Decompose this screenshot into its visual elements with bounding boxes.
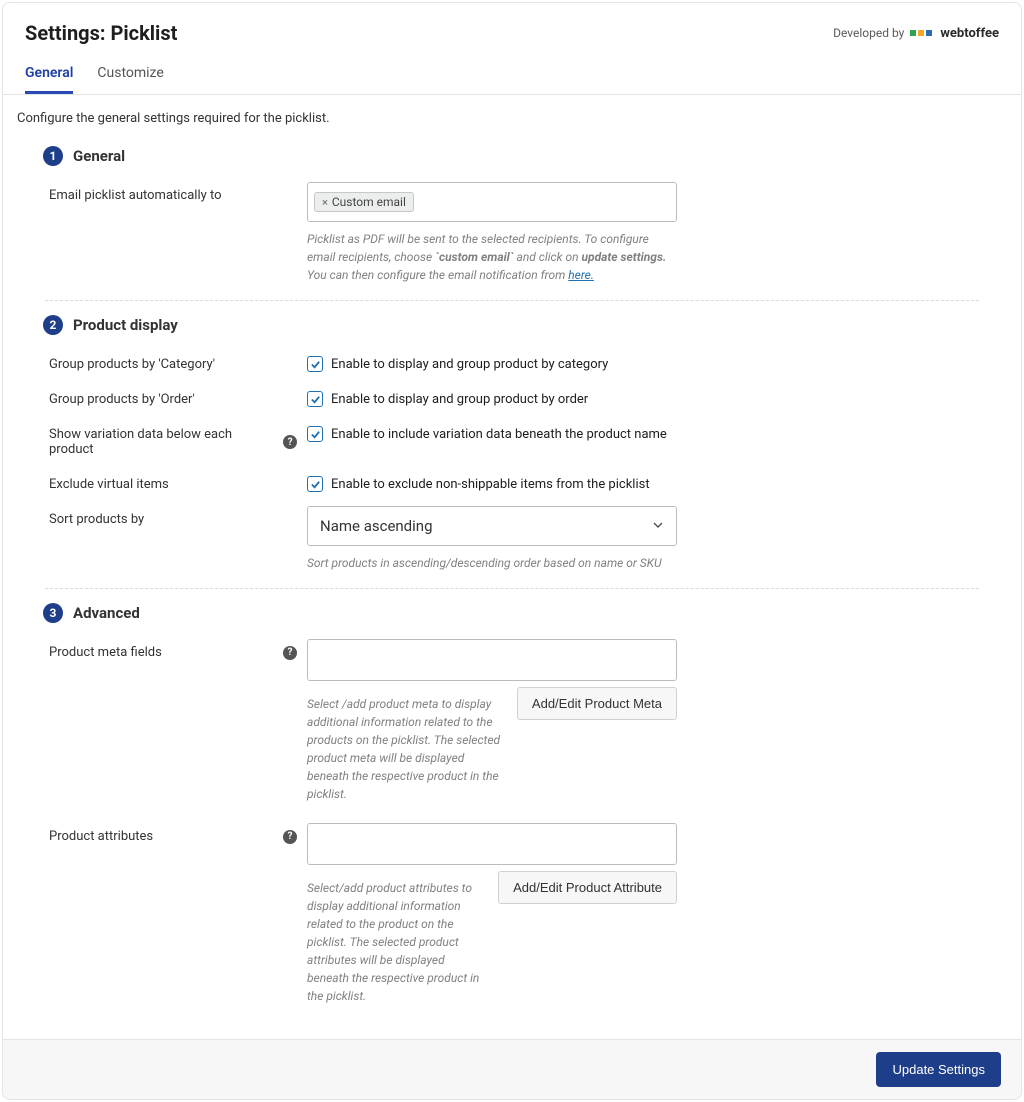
update-settings-button[interactable]: Update Settings xyxy=(876,1052,1001,1087)
add-edit-meta-button[interactable]: Add/Edit Product Meta xyxy=(517,687,677,720)
section-product-display-title: Product display xyxy=(73,316,178,334)
helper-meta: Select /add product meta to display addi… xyxy=(307,695,505,803)
helper-sort: Sort products in ascending/descending or… xyxy=(307,554,677,572)
row-group-order: Group products by 'Order' Enable to disp… xyxy=(17,386,1007,407)
section-advanced-title: Advanced xyxy=(73,604,140,622)
select-sort[interactable]: Name ascending xyxy=(307,506,677,546)
ctrl-exclude: Enable to exclude non-shippable items fr… xyxy=(307,471,987,492)
section-advanced-head: 3 Advanced xyxy=(43,603,1007,623)
email-recipients-input[interactable]: × Custom email xyxy=(307,182,677,222)
checkbox-exclude[interactable] xyxy=(307,476,323,492)
tag-label: Custom email xyxy=(332,195,406,209)
checkbox-group-order[interactable] xyxy=(307,391,323,407)
ctrl-meta: Select /add product meta to display addi… xyxy=(307,639,677,803)
section-badge-2: 2 xyxy=(43,315,63,335)
add-edit-attribute-button[interactable]: Add/Edit Product Attribute xyxy=(498,871,677,904)
row-meta: Product meta fields ? Select /add produc… xyxy=(17,639,1007,803)
header: Settings: Picklist Developed by webtoffe… xyxy=(3,3,1021,59)
desc-group-category: Enable to display and group product by c… xyxy=(331,357,608,372)
desc-exclude: Enable to exclude non-shippable items fr… xyxy=(331,477,650,492)
settings-page: Settings: Picklist Developed by webtoffe… xyxy=(2,2,1022,1100)
section-product-display-head: 2 Product display xyxy=(43,315,1007,335)
ctrl-email: × Custom email Picklist as PDF will be s… xyxy=(307,182,677,284)
row-sort: Sort products by Name ascending Sort pro… xyxy=(17,506,1007,572)
select-sort-value: Name ascending xyxy=(320,517,433,535)
developed-by: Developed by webtoffee xyxy=(833,26,999,41)
help-icon[interactable]: ? xyxy=(283,435,297,449)
label-meta: Product meta fields ? xyxy=(49,639,307,660)
intro-text: Configure the general settings required … xyxy=(17,111,1007,126)
tag-custom-email[interactable]: × Custom email xyxy=(314,192,414,212)
label-group-category: Group products by 'Category' xyxy=(49,351,307,372)
divider xyxy=(45,588,979,589)
ctrl-group-category: Enable to display and group product by c… xyxy=(307,351,987,372)
desc-variation: Enable to include variation data beneath… xyxy=(331,427,667,442)
checkbox-variation[interactable] xyxy=(307,426,323,442)
checkbox-group-category[interactable] xyxy=(307,356,323,372)
section-general-title: General xyxy=(73,147,125,165)
row-variation: Show variation data below each product ?… xyxy=(17,421,1007,457)
label-attributes: Product attributes ? xyxy=(49,823,307,844)
brand-logo-icon xyxy=(910,30,932,36)
section-badge-3: 3 xyxy=(43,603,63,623)
ctrl-sort: Name ascending Sort products in ascendin… xyxy=(307,506,677,572)
footer: Update Settings xyxy=(3,1039,1021,1099)
link-email-notification[interactable]: here. xyxy=(568,268,594,282)
tab-general[interactable]: General xyxy=(25,59,73,94)
input-meta[interactable] xyxy=(307,639,677,681)
tab-customize[interactable]: Customize xyxy=(97,59,163,94)
label-email: Email picklist automatically to xyxy=(49,182,307,203)
label-exclude: Exclude virtual items xyxy=(49,471,307,492)
label-group-order: Group products by 'Order' xyxy=(49,386,307,407)
label-sort: Sort products by xyxy=(49,506,307,527)
developed-by-label: Developed by xyxy=(833,26,904,40)
helper-attributes: Select/add product attributes to display… xyxy=(307,879,486,1005)
help-icon[interactable]: ? xyxy=(283,830,297,844)
chevron-down-icon xyxy=(652,517,664,535)
content: Configure the general settings required … xyxy=(3,95,1021,1039)
page-title: Settings: Picklist xyxy=(25,21,177,45)
help-icon[interactable]: ? xyxy=(283,646,297,660)
helper-email: Picklist as PDF will be sent to the sele… xyxy=(307,230,677,284)
brand-name: webtoffee xyxy=(940,26,999,41)
divider xyxy=(45,300,979,301)
desc-group-order: Enable to display and group product by o… xyxy=(331,392,588,407)
row-group-category: Group products by 'Category' Enable to d… xyxy=(17,351,1007,372)
tabs: General Customize xyxy=(3,59,1021,95)
ctrl-group-order: Enable to display and group product by o… xyxy=(307,386,987,407)
section-badge-1: 1 xyxy=(43,146,63,166)
section-general-head: 1 General xyxy=(43,146,1007,166)
row-exclude: Exclude virtual items Enable to exclude … xyxy=(17,471,1007,492)
label-variation: Show variation data below each product ? xyxy=(49,421,307,457)
ctrl-variation: Enable to include variation data beneath… xyxy=(307,421,987,442)
row-email: Email picklist automatically to × Custom… xyxy=(17,182,1007,284)
input-attributes[interactable] xyxy=(307,823,677,865)
close-icon[interactable]: × xyxy=(322,196,328,209)
